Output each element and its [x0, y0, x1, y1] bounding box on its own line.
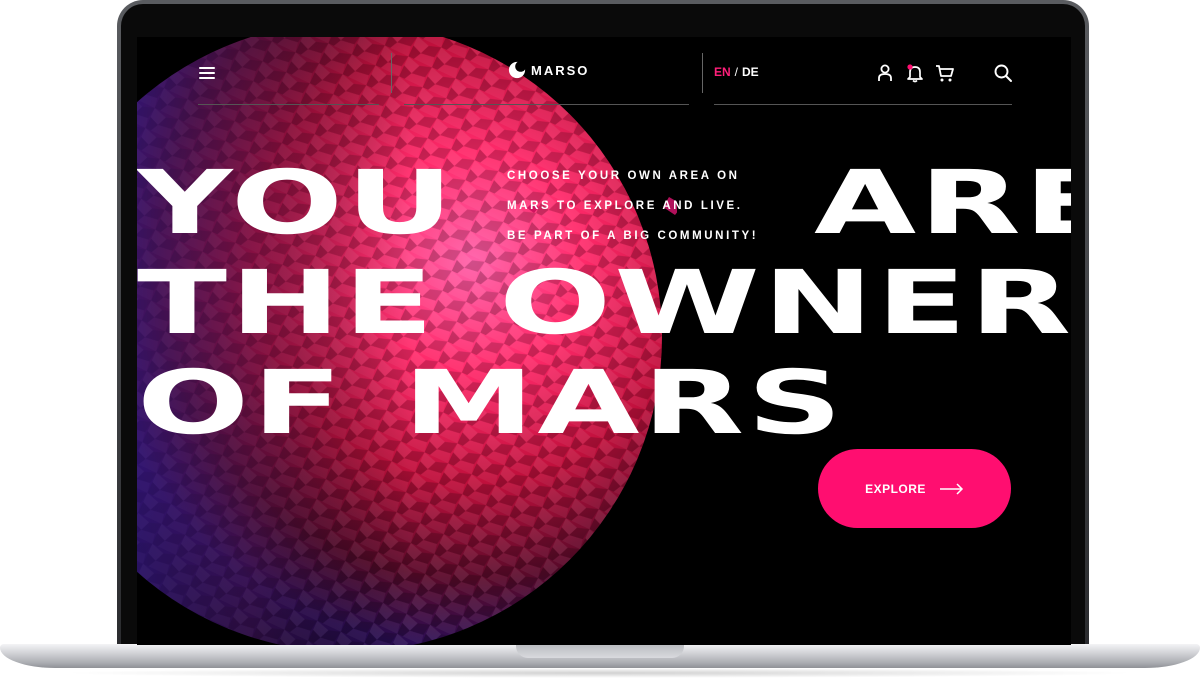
hero-word-the: THE: [137, 251, 437, 354]
laptop-shadow: [60, 668, 1140, 678]
lang-separator: /: [734, 65, 739, 79]
lang-de[interactable]: DE: [742, 65, 759, 79]
cart-icon[interactable]: [935, 63, 955, 83]
header-divider-right: [714, 104, 1012, 105]
brand-logo-link[interactable]: MARSO: [508, 61, 589, 79]
screen: MARSO EN / DE CHOOSE YOUR OWN AREA ON MARS…: [137, 37, 1071, 645]
tagline-line: BE PART OF A BIG COMMUNITY!: [507, 230, 759, 242]
header-divider-left: [198, 104, 379, 105]
user-icon[interactable]: [875, 63, 895, 83]
arrow-right-icon: [939, 482, 963, 495]
explore-button-label: EXPLORE: [865, 481, 926, 496]
explore-button[interactable]: EXPLORE: [818, 449, 1011, 528]
hero-word-you: YOU: [137, 151, 457, 254]
lang-en[interactable]: EN: [714, 65, 731, 79]
bell-icon[interactable]: [905, 63, 925, 83]
language-switcher: EN / DE: [714, 65, 759, 79]
search-icon[interactable]: [993, 63, 1013, 83]
hero-word-owner: OWNER_: [499, 251, 1071, 354]
hero-word-of: OF: [137, 351, 346, 454]
header-separator: [391, 53, 392, 93]
hero-word-mars: MARS: [403, 351, 846, 454]
header-separator: [702, 53, 703, 93]
tagline-line: CHOOSE YOUR OWN AREA ON: [507, 170, 740, 182]
marso-logo-icon: [508, 61, 526, 79]
hero-tagline: CHOOSE YOUR OWN AREA ON MARS TO EXPLORE …: [507, 161, 797, 251]
menu-icon[interactable]: [199, 67, 215, 79]
hero-word-are: ARE: [814, 151, 1071, 254]
header-divider-center: [404, 104, 689, 105]
brand-name: MARSO: [531, 62, 590, 78]
tagline-line: MARS TO EXPLORE AND LIVE.: [507, 200, 743, 212]
laptop-notch: [516, 644, 684, 658]
